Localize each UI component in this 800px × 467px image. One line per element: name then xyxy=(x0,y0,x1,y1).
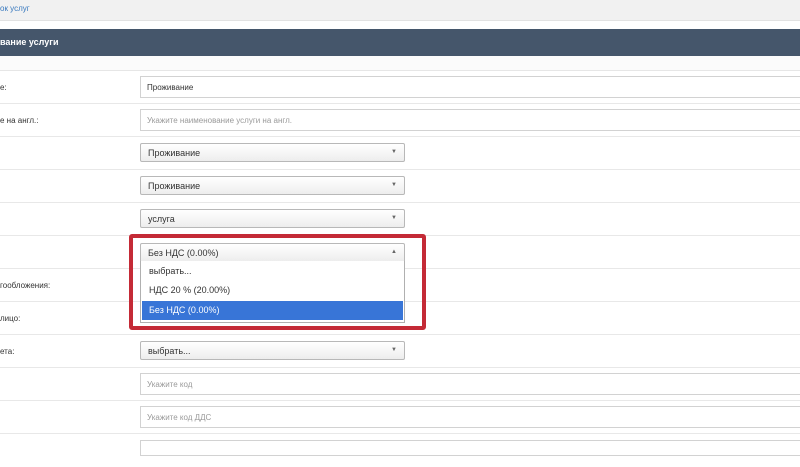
group-select-value: Проживание xyxy=(148,181,201,191)
name-label: е: xyxy=(0,83,7,92)
chevron-down-icon: ▼ xyxy=(391,182,397,188)
account-select[interactable]: выбрать... ▼ xyxy=(140,341,405,360)
highlight-annotation xyxy=(129,234,426,330)
form-row-type: услуга ▼ xyxy=(0,203,800,236)
panel-subbar xyxy=(0,56,800,71)
form-row-group: Проживание ▼ xyxy=(0,170,800,203)
panel-title: вание услуги xyxy=(0,37,59,47)
form-row-category: Проживание ▼ xyxy=(0,137,800,170)
code-input[interactable] xyxy=(140,373,800,395)
form-row-account: ета: выбрать... ▼ xyxy=(0,335,800,368)
type-select[interactable]: услуга ▼ xyxy=(140,209,405,228)
form-row-name-en: е на англ.: xyxy=(0,104,800,137)
person-label: лицо: xyxy=(0,314,21,323)
service-name-en-input[interactable] xyxy=(140,109,800,131)
panel-header: вание услуги xyxy=(0,29,800,56)
service-name-input[interactable] xyxy=(140,76,800,98)
top-bar: ок услуг xyxy=(0,0,800,21)
form-row-dds-code xyxy=(0,401,800,434)
category-select-value: Проживание xyxy=(148,148,201,158)
chevron-down-icon: ▼ xyxy=(391,215,397,221)
chevron-down-icon: ▼ xyxy=(391,149,397,155)
chevron-down-icon: ▼ xyxy=(391,347,397,353)
group-select[interactable]: Проживание ▼ xyxy=(140,176,405,195)
dds-code-input[interactable] xyxy=(140,406,800,428)
category-select[interactable]: Проживание ▼ xyxy=(140,143,405,162)
form-row-code xyxy=(0,368,800,401)
type-select-value: услуга xyxy=(148,214,175,224)
form-row-next xyxy=(0,434,800,467)
name-en-label: е на англ.: xyxy=(0,116,39,125)
account-select-value: выбрать... xyxy=(148,346,191,356)
account-label: ета: xyxy=(0,347,15,356)
breadcrumb-services-link[interactable]: ок услуг xyxy=(0,4,30,13)
next-field[interactable] xyxy=(140,440,800,456)
form-row-name: е: xyxy=(0,71,800,104)
taxation-label: гообложения: xyxy=(0,281,51,290)
